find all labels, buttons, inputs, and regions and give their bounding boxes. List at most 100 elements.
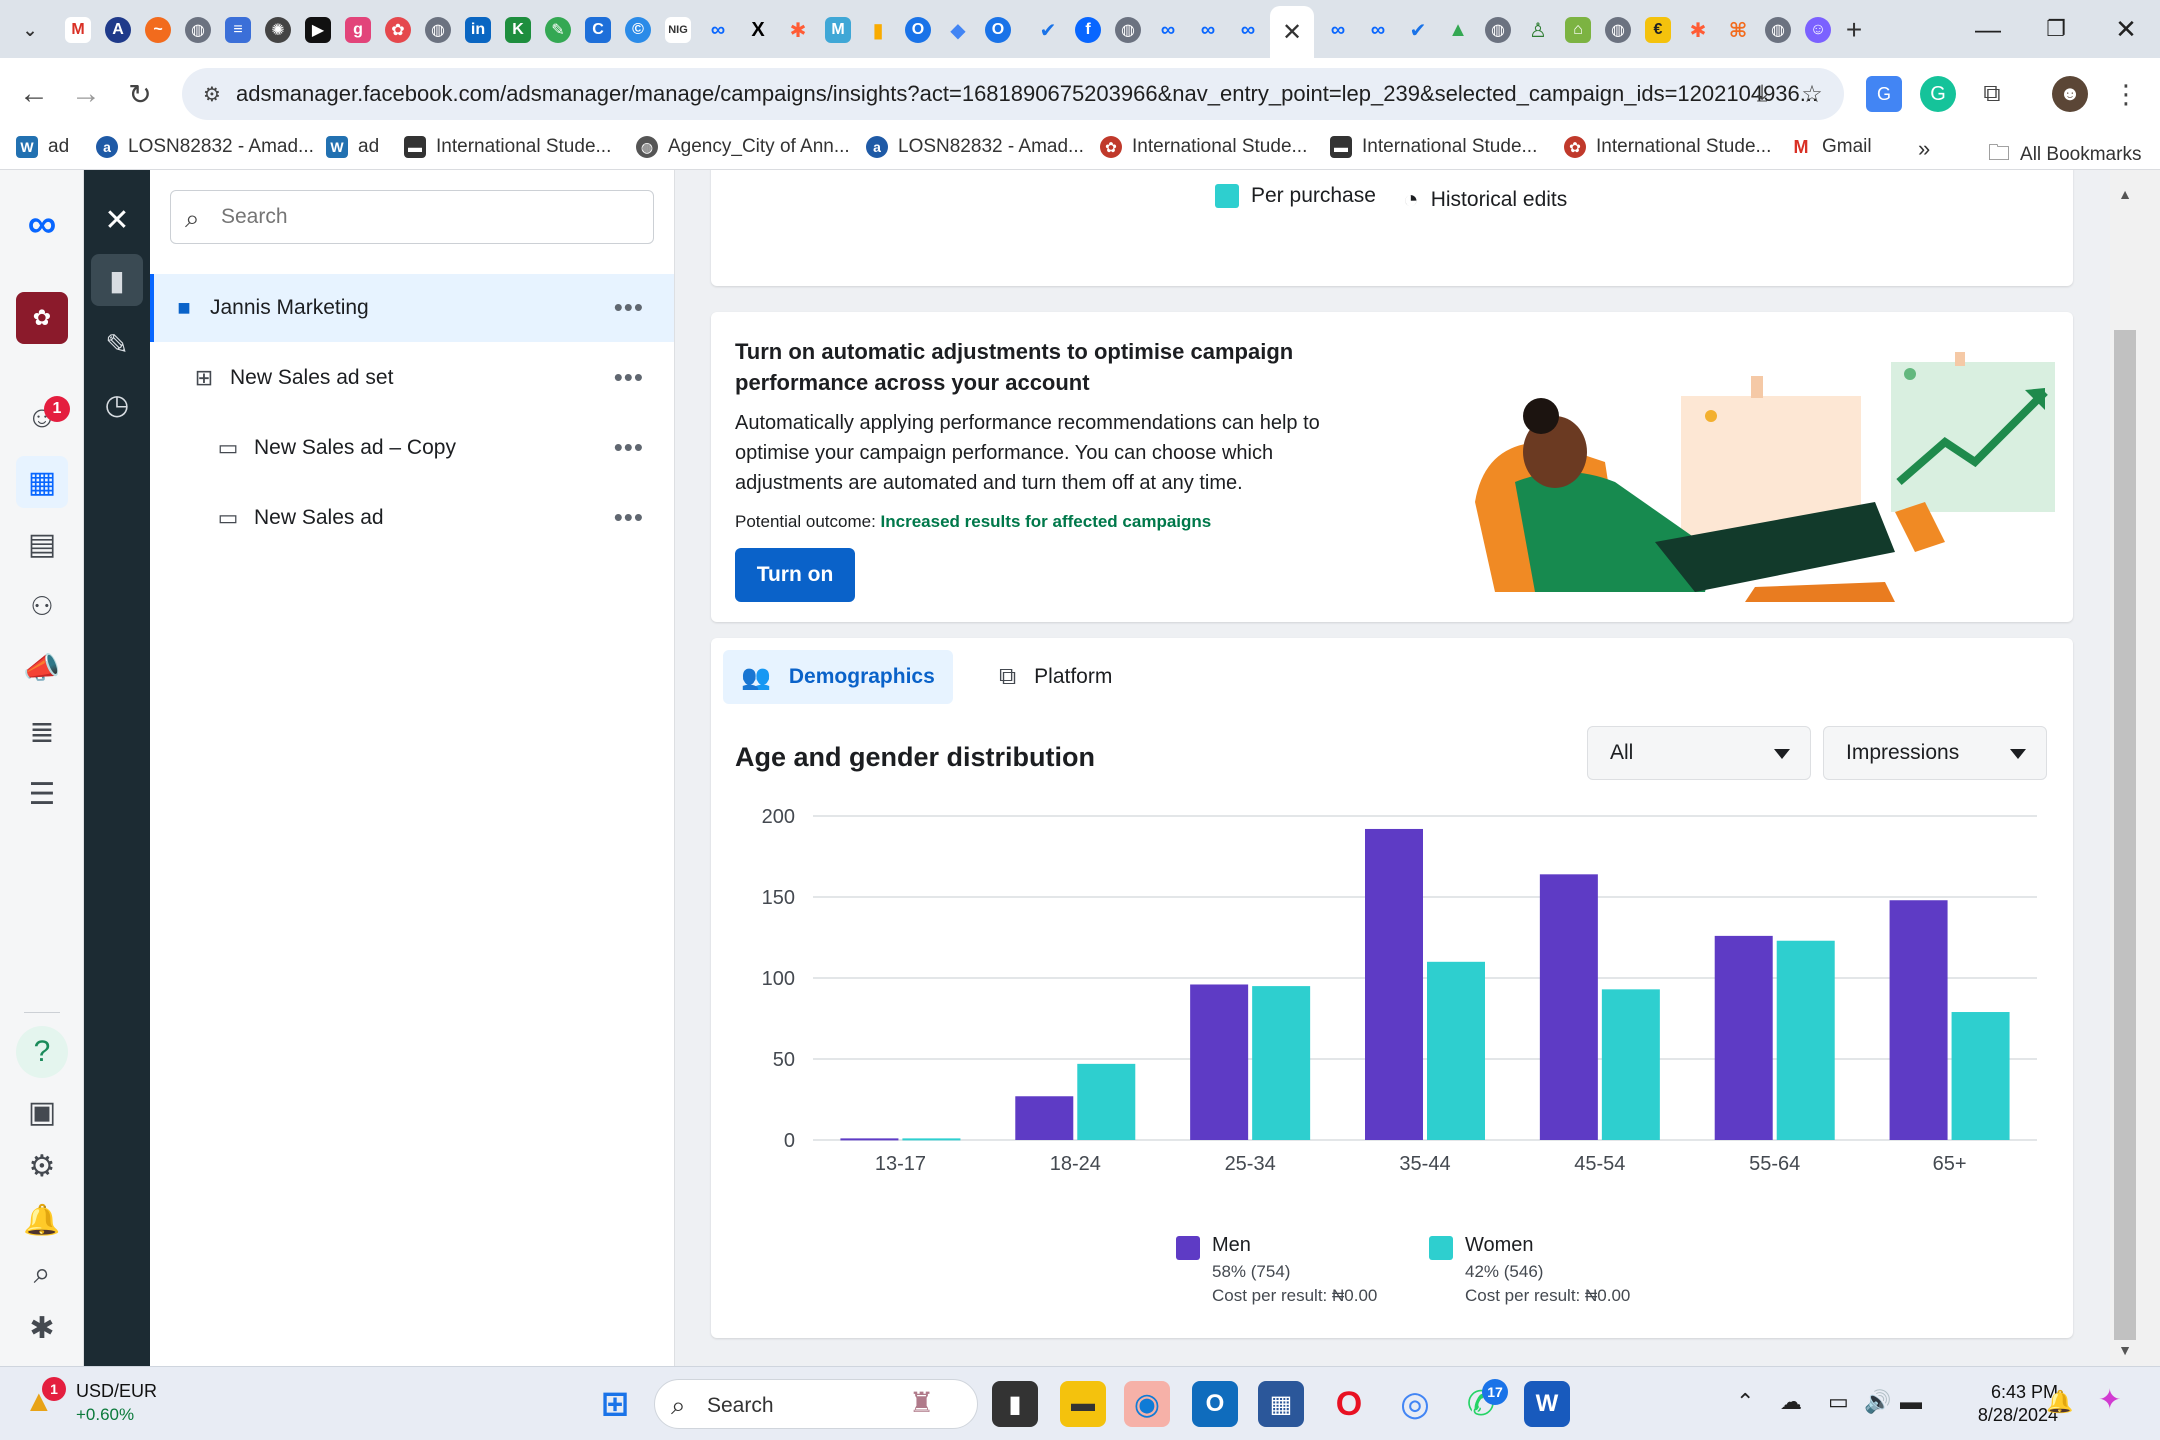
google-translate-icon[interactable]: G xyxy=(1866,76,1902,112)
search-icon[interactable]: ⌕ xyxy=(16,1248,68,1300)
account-avatar[interactable]: ✿ xyxy=(16,292,68,344)
tab-meta-3[interactable]: ∞ xyxy=(1190,12,1226,48)
tree-search-input[interactable] xyxy=(221,201,641,233)
help-icon[interactable]: ? xyxy=(16,1026,68,1078)
tree-row-ad-copy[interactable]: ▭ New Sales ad – Copy ••• xyxy=(150,414,674,482)
tab-x[interactable]: X xyxy=(740,12,776,48)
turn-on-button[interactable]: Turn on xyxy=(735,548,855,602)
install-app-icon[interactable]: ⤓ xyxy=(1748,80,1776,108)
tab-meta[interactable]: ∞ xyxy=(700,12,736,48)
tab-avatar[interactable]: ☺ xyxy=(1800,12,1836,48)
bookmark-item[interactable]: Wad xyxy=(16,136,69,158)
tab-meta-5[interactable]: ∞ xyxy=(1320,12,1356,48)
more-options-icon[interactable]: ••• xyxy=(614,502,644,533)
word-icon[interactable]: W xyxy=(1524,1381,1570,1427)
tab-gmail[interactable]: M xyxy=(60,12,96,48)
metric-dropdown[interactable]: Impressions xyxy=(1823,726,2047,780)
scroll-up-icon[interactable]: ▲ xyxy=(2114,186,2136,206)
chrome-icon[interactable]: ◎ xyxy=(1392,1381,1438,1427)
tree-row-campaign[interactable]: ■ Jannis Marketing ••• xyxy=(150,274,674,342)
bookmark-item[interactable]: M Gmail xyxy=(1790,136,1872,158)
tab-meta-4[interactable]: ∞ xyxy=(1230,12,1266,48)
scroll-thumb[interactable] xyxy=(2114,330,2136,1340)
tab-facebook[interactable]: f xyxy=(1070,12,1106,48)
tab-hubspot-2[interactable]: ✱ xyxy=(1680,12,1716,48)
megaphone-icon[interactable]: 📣 xyxy=(16,642,68,694)
tab-swirl[interactable]: ~ xyxy=(140,12,176,48)
billing-stack-icon[interactable]: ≣ xyxy=(16,706,68,758)
outlook-icon[interactable]: O xyxy=(1192,1381,1238,1427)
chart-insights-icon[interactable]: ▮ xyxy=(91,254,143,306)
bookmark-item[interactable]: a LOSN82832 - Amad... xyxy=(96,136,314,158)
close-panel-icon[interactable]: ✕ xyxy=(91,194,143,246)
taskbar-search[interactable]: ⌕ Search ♜ xyxy=(654,1379,978,1429)
tab-adobe[interactable]: A xyxy=(100,12,136,48)
tab-drive[interactable]: ▲ xyxy=(1440,12,1476,48)
store-icon[interactable]: ▦ xyxy=(1258,1381,1304,1427)
tab-person[interactable]: ♙ xyxy=(1520,12,1556,48)
tab-hubspot[interactable]: ✱ xyxy=(780,12,816,48)
history-clock-icon[interactable]: ◷ xyxy=(91,378,143,430)
tab-check[interactable]: ✔ xyxy=(1030,12,1066,48)
edge-icon[interactable]: ◉ xyxy=(1124,1381,1170,1427)
address-bar[interactable]: ⚙ adsmanager.facebook.com/adsmanager/man… xyxy=(182,68,1844,120)
tab-check-2[interactable]: ✔ xyxy=(1400,12,1436,48)
tab-linkedin[interactable]: in xyxy=(460,12,496,48)
historical-edits-toggle[interactable]: ◔ Historical edits xyxy=(1403,184,1567,215)
tab-forms[interactable]: ≡ xyxy=(220,12,256,48)
tab-c-blue[interactable]: C xyxy=(580,12,616,48)
tab-o[interactable]: O xyxy=(900,12,936,48)
restore-icon[interactable]: ❐ xyxy=(2028,8,2084,50)
tab-k[interactable]: K xyxy=(500,12,536,48)
all-bookmarks-button[interactable]: 🗀 All Bookmarks xyxy=(1988,136,2141,174)
bookmark-item[interactable]: ✿ International Stude... xyxy=(1564,136,1771,158)
more-options-icon[interactable]: ••• xyxy=(614,292,644,323)
tab-g-pink[interactable]: g xyxy=(340,12,376,48)
tab-m[interactable]: M xyxy=(820,12,856,48)
tab-globe-2[interactable]: ◍ xyxy=(420,12,456,48)
tab-search-chevron-icon[interactable]: ⌄ xyxy=(12,12,48,48)
active-tab[interactable]: ✕ xyxy=(1270,6,1314,58)
tab-chat[interactable]: ⌘ xyxy=(1720,12,1756,48)
audiences-icon[interactable]: ⚇ xyxy=(16,580,68,632)
file-explorer-icon[interactable]: ▬ xyxy=(1060,1381,1106,1427)
tab-coin[interactable]: € xyxy=(1640,12,1676,48)
tab-capcut[interactable]: ▶ xyxy=(300,12,336,48)
reload-icon[interactable]: ↻ xyxy=(120,74,160,114)
tree-row-adset[interactable]: ⊞ New Sales ad set ••• xyxy=(150,344,674,412)
tree-search-box[interactable]: ⌕ xyxy=(170,190,654,244)
tab-platform[interactable]: ⧉ Platform xyxy=(981,650,1130,704)
bookmark-item[interactable]: ▬ International Stude... xyxy=(1330,136,1537,158)
per-purchase-legend[interactable]: Per purchase xyxy=(1215,184,1376,208)
tree-row-ad[interactable]: ▭ New Sales ad ••• xyxy=(150,484,674,552)
profile-avatar[interactable]: ☻ xyxy=(2052,76,2088,112)
opera-icon[interactable]: O xyxy=(1326,1381,1372,1427)
site-settings-icon[interactable]: ⚙ xyxy=(198,80,226,108)
tab-globe-6[interactable]: ◍ xyxy=(1760,12,1796,48)
bookmark-item[interactable]: Wad xyxy=(326,136,379,158)
volume-icon[interactable]: 🔊 xyxy=(1864,1389,1891,1415)
bookmark-item[interactable]: ✿ International Stude... xyxy=(1100,136,1307,158)
all-tools-menu-icon[interactable]: ☰ xyxy=(16,768,68,820)
tab-flower[interactable]: ✿ xyxy=(380,12,416,48)
tab-globe-3[interactable]: ◍ xyxy=(1110,12,1146,48)
system-clock[interactable]: 6:43 PM 8/28/2024 xyxy=(1948,1381,2058,1427)
meta-logo-icon[interactable]: ∞ xyxy=(16,198,68,250)
bookmark-item[interactable]: ◍ Agency_City of Ann... xyxy=(636,136,850,158)
bookmarks-overflow-button[interactable]: » xyxy=(1918,136,1930,162)
forward-icon[interactable]: → xyxy=(66,74,106,114)
bookmark-item[interactable]: ▬ International Stude... xyxy=(404,136,611,158)
bell-icon[interactable]: 🔔 xyxy=(16,1194,68,1246)
bookmark-item[interactable]: a LOSN82832 - Amad... xyxy=(866,136,1084,158)
browser-menu-icon[interactable]: ⋮ xyxy=(2108,76,2144,112)
tab-leaf[interactable]: ✎ xyxy=(540,12,576,48)
tab-openai[interactable]: ✺ xyxy=(260,12,296,48)
gender-filter-dropdown[interactable]: All xyxy=(1587,726,1811,780)
tab-globe-5[interactable]: ◍ xyxy=(1600,12,1636,48)
back-icon[interactable]: ← xyxy=(14,74,54,114)
tab-nig[interactable]: NIG xyxy=(660,12,696,48)
close-tab-icon[interactable]: ✕ xyxy=(1282,18,1302,47)
new-tab-button[interactable]: + xyxy=(1836,12,1872,48)
tray-chevron-icon[interactable]: ⌃ xyxy=(1736,1389,1754,1415)
tab-analytics[interactable]: ▮ xyxy=(860,12,896,48)
